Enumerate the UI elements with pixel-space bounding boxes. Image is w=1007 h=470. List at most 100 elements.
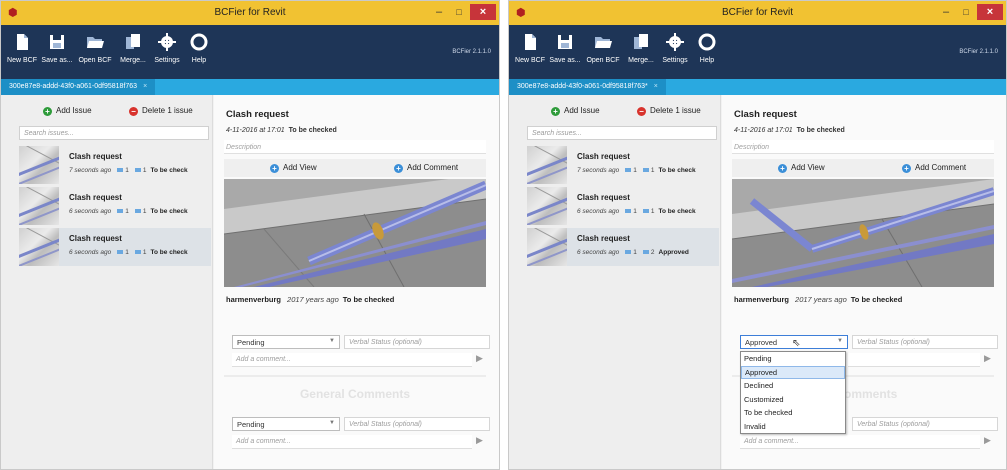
- viewpoint-snapshot[interactable]: [224, 179, 486, 287]
- open-bcf-button[interactable]: Open BCF: [585, 33, 621, 64]
- comment-header: harmenverburg 2017 years ago To be checked: [226, 295, 394, 304]
- send-icon[interactable]: ▶: [984, 353, 991, 364]
- maximize-button[interactable]: □: [451, 4, 467, 20]
- general-comment-input[interactable]: Add a comment...: [740, 435, 980, 449]
- issue-list-item[interactable]: Clash request 7 seconds ago 1 1 To be check: [19, 146, 211, 184]
- version-label: BCFier 2.1.1.0: [959, 49, 998, 55]
- open-bcf-button[interactable]: Open BCF: [77, 33, 113, 64]
- issue-title: Clash request: [577, 234, 630, 243]
- dropdown-option-approved[interactable]: Approved: [741, 365, 845, 379]
- dropdown-option-customized[interactable]: Customized: [741, 393, 845, 407]
- add-issue-button[interactable]: + Add Issue: [43, 106, 92, 116]
- general-comment-input[interactable]: Add a comment...: [232, 435, 472, 449]
- issue-list-item[interactable]: Clash request 7 seconds ago 1 1 To be check: [527, 146, 719, 184]
- tab-close-icon[interactable]: ×: [654, 83, 658, 90]
- delete-issue-button[interactable]: − Delete 1 issue: [129, 106, 193, 116]
- general-status-value: Pending: [237, 420, 265, 429]
- comment-status-select[interactable]: Pending ▼: [232, 335, 340, 349]
- delete-issue-button[interactable]: − Delete 1 issue: [637, 106, 701, 116]
- add-issue-button[interactable]: + Add Issue: [551, 106, 600, 116]
- issue-view-count: 1: [633, 249, 637, 256]
- issue-status: To be check: [150, 249, 188, 256]
- search-input[interactable]: Search issues...: [527, 126, 717, 140]
- bcfier-window-right: ⬢ BCFier for Revit – □ × New BCF Save as…: [508, 0, 1007, 470]
- maximize-button[interactable]: □: [958, 4, 974, 20]
- verbal-status-input[interactable]: Verbal Status (optional): [344, 335, 490, 349]
- view-actions-row: + Add View + Add Comment: [224, 159, 486, 177]
- close-button[interactable]: ×: [977, 4, 1003, 20]
- new-bcf-label: New BCF: [515, 57, 545, 64]
- issue-thumbnail: [19, 187, 59, 225]
- save-icon: [50, 35, 64, 49]
- tab-bcf-file[interactable]: 300e87e8-addd-43f0-a061-0df95818f763* ×: [509, 79, 666, 95]
- save-as-label: Save as...: [549, 57, 581, 64]
- add-comment-button[interactable]: + Add Comment: [394, 163, 458, 173]
- comment-status-value: Pending: [237, 338, 265, 347]
- help-button[interactable]: Help: [695, 33, 719, 64]
- delete-issue-label: Delete 1 issue: [650, 106, 701, 115]
- merge-button[interactable]: Merge...: [117, 33, 149, 64]
- issue-list-item[interactable]: Clash request 6 seconds ago 1 1 To be check: [19, 187, 211, 225]
- send-icon[interactable]: ▶: [476, 353, 483, 364]
- add-comment-input[interactable]: Add a comment...: [232, 353, 472, 367]
- issue-comment-count: 1: [650, 167, 655, 174]
- dropdown-option-declined[interactable]: Declined: [741, 379, 845, 393]
- settings-button[interactable]: Settings: [151, 33, 183, 64]
- save-as-button[interactable]: Save as...: [549, 33, 581, 64]
- issue-comment-count: 1: [142, 167, 147, 174]
- view-icon: [625, 168, 632, 172]
- save-as-button[interactable]: Save as...: [41, 33, 73, 64]
- add-comment-button[interactable]: + Add Comment: [902, 163, 966, 173]
- model-snapshot-image: [224, 179, 486, 287]
- add-view-button[interactable]: + Add View: [270, 163, 317, 173]
- issue-list-item-selected[interactable]: Clash request 6 seconds ago 1 1 To be check: [19, 228, 211, 266]
- issue-comment-count: 1: [142, 249, 147, 256]
- tab-bcf-file[interactable]: 300e87e8-addd-43f0-a061-0df95818f763 ×: [1, 79, 156, 95]
- minimize-button[interactable]: –: [431, 4, 447, 20]
- comment-icon: [642, 168, 649, 172]
- dropdown-option-pending[interactable]: Pending: [741, 352, 845, 366]
- search-input[interactable]: Search issues...: [19, 126, 209, 140]
- viewpoint-snapshot[interactable]: [732, 179, 994, 287]
- issue-date: 4-11-2016 at 17:01: [226, 127, 285, 134]
- description-field[interactable]: Description: [732, 140, 994, 154]
- issue-list-item[interactable]: Clash request 6 seconds ago 1 1 To be check: [527, 187, 719, 225]
- send-icon[interactable]: ▶: [476, 435, 483, 446]
- description-field[interactable]: Description: [224, 140, 486, 154]
- new-bcf-button[interactable]: New BCF: [7, 33, 37, 64]
- close-button[interactable]: ×: [470, 4, 496, 20]
- verbal-status-input[interactable]: Verbal Status (optional): [852, 335, 998, 349]
- settings-button[interactable]: Settings: [659, 33, 691, 64]
- delete-issue-label: Delete 1 issue: [142, 106, 193, 115]
- plus-icon: +: [902, 164, 911, 173]
- add-view-button[interactable]: + Add View: [778, 163, 825, 173]
- chevron-down-icon: ▼: [329, 338, 335, 344]
- help-button[interactable]: Help: [187, 33, 211, 64]
- general-verbal-status-input[interactable]: Verbal Status (optional): [344, 417, 490, 431]
- issue-list-pane: + Add Issue − Delete 1 issue Search issues…: [509, 95, 721, 469]
- issue-age: 7 seconds ago: [69, 167, 112, 174]
- send-icon[interactable]: ▶: [984, 435, 991, 446]
- issue-status: To be check: [658, 208, 696, 215]
- general-verbal-status-input[interactable]: Verbal Status (optional): [852, 417, 998, 431]
- comment-age: 2017 years ago: [795, 295, 847, 304]
- issue-list-item-selected[interactable]: Clash request 6 seconds ago 1 2 Approved: [527, 228, 719, 266]
- version-label: BCFier 2.1.1.0: [452, 49, 491, 55]
- tab-label: 300e87e8-addd-43f0-a061-0df95818f763: [9, 83, 138, 90]
- general-status-select[interactable]: Pending ▼: [232, 417, 340, 431]
- issue-age: 7 seconds ago: [577, 167, 620, 174]
- dropdown-option-invalid[interactable]: Invalid: [741, 420, 845, 434]
- issue-view-count: 1: [125, 249, 129, 256]
- folder-open-icon: [595, 37, 612, 48]
- issue-comment-count: 1: [142, 208, 147, 215]
- view-icon: [625, 250, 632, 254]
- merge-button[interactable]: Merge...: [625, 33, 657, 64]
- tab-close-icon[interactable]: ×: [143, 83, 147, 90]
- open-bcf-label: Open BCF: [78, 57, 112, 64]
- tab-label: 300e87e8-addd-43f0-a061-0df95818f763*: [517, 83, 648, 90]
- new-bcf-button[interactable]: New BCF: [515, 33, 545, 64]
- dropdown-option-to-be-checked[interactable]: To be checked: [741, 406, 845, 420]
- add-comment-input[interactable]: [848, 353, 980, 367]
- issue-title: Clash request: [69, 193, 122, 202]
- minimize-button[interactable]: –: [938, 4, 954, 20]
